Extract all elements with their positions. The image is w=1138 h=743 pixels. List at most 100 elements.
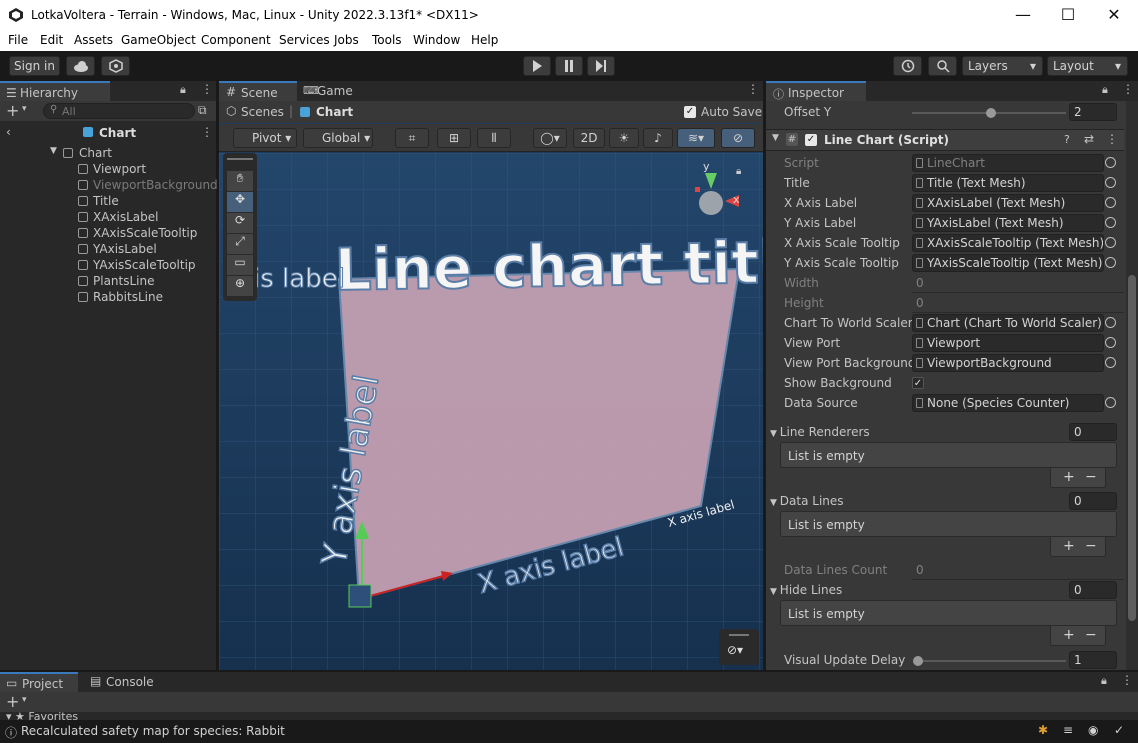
object-picker-icon[interactable] [1105,177,1116,188]
effects-button[interactable]: ≋▾ [677,128,715,148]
object-field[interactable]: XAxisLabel (Text Mesh) [912,194,1104,212]
scale-tool-icon[interactable]: ⤢ [227,234,253,254]
lock-icon[interactable]: 🔒︎ [1102,83,1108,97]
hierarchy-item[interactable]: XAxisLabel [0,209,216,225]
foldout-arrow-icon[interactable]: ▼ [772,133,779,143]
lock-icon[interactable]: 🔒︎ [180,83,186,97]
hand-tool-icon[interactable]: ✋︎ [227,171,253,191]
progress-icon[interactable]: ◉ [1088,723,1098,737]
foldout-arrow-icon[interactable]: ▼ [50,146,57,156]
offset-y-slider-thumb[interactable] [986,108,996,118]
status-message[interactable]: Recalculated safety map for species: Rab… [21,724,285,738]
add-icon[interactable]: + [6,692,19,711]
layers-dropdown[interactable]: Layers ▾ [962,56,1043,76]
tab-scene[interactable]: # Scene [219,81,297,101]
more-options-icon[interactable]: ⋮ [747,82,759,96]
object-field[interactable]: XAxisScaleTooltip (Text Mesh) [912,234,1104,252]
auto-save-checkbox[interactable]: ✓ [684,106,696,118]
more-options-icon[interactable]: ⋮ [201,125,213,139]
back-arrow-icon[interactable]: ‹ [6,125,11,139]
lighting-button[interactable]: ☀ [609,128,639,148]
maximize-button[interactable]: ☐ [1045,4,1091,26]
breadcrumb-scenes[interactable]: Scenes [241,105,284,119]
menu-help[interactable]: Help [471,33,498,47]
audio-button[interactable]: ♪ [643,128,673,148]
inspector-scrollbar-thumb[interactable] [1128,275,1136,621]
tab-hierarchy[interactable]: ☰ Hierarchy [0,81,110,101]
xy-plane-handle[interactable] [348,584,372,608]
menu-file[interactable]: File [8,33,28,47]
menu-assets[interactable]: Assets [74,33,113,47]
remove-button[interactable]: − [1085,626,1097,644]
hierarchy-item[interactable]: PlantsLine [0,273,216,289]
add-button[interactable]: + [1063,537,1075,555]
line-renderers-count[interactable]: 0 [1069,423,1117,441]
tab-console[interactable]: ▤ Console [84,672,164,692]
show-background-checkbox[interactable]: ✓ [912,377,924,389]
object-field[interactable]: None (Species Counter) [912,394,1104,412]
menu-edit[interactable]: Edit [40,33,63,47]
remove-button[interactable]: − [1085,537,1097,555]
sign-in-button[interactable]: Sign in [9,56,60,76]
remove-button[interactable]: − [1085,468,1097,486]
data-lines-foldout[interactable]: ▼ Data Lines [770,494,844,508]
scene-canvas[interactable]: Line chart title Y axis label X axis lab… [219,153,763,670]
search-button[interactable] [928,56,957,76]
scene-view-icon[interactable]: ⧉ [198,103,207,118]
inspector-scrollbar[interactable] [1126,101,1138,670]
menu-services[interactable]: Services [279,33,330,47]
lock-icon[interactable]: 🔒︎ [1101,674,1107,688]
object-picker-icon[interactable] [1105,357,1116,368]
object-field[interactable]: YAxisScaleTooltip (Text Mesh) [912,254,1104,272]
check-circle-icon[interactable]: ✓ [1114,723,1124,737]
play-button[interactable] [523,56,551,76]
hierarchy-item[interactable]: Viewport [0,161,216,177]
hierarchy-item[interactable]: RabbitsLine [0,289,216,305]
bug-icon[interactable]: ✱ [1038,723,1048,737]
object-picker-icon[interactable] [1105,257,1116,268]
object-field[interactable]: Title (Text Mesh) [912,174,1104,192]
more-options-icon[interactable]: ⋮ [201,82,213,96]
line-renderers-foldout[interactable]: ▼ Line Renderers [770,425,870,439]
visual-update-delay-slider-track[interactable] [916,660,1066,662]
ruler-button[interactable]: ⦀ [477,128,511,148]
add-icon[interactable]: + [6,101,19,120]
hierarchy-item[interactable]: XAxisScaleTooltip [0,225,216,241]
snap-increment-button[interactable]: ⊞ [437,128,471,148]
pause-button[interactable] [555,56,583,76]
hidden-objects-button[interactable]: ⊘ [721,128,755,148]
object-picker-icon[interactable] [1105,397,1116,408]
close-button[interactable]: ✕ [1091,4,1137,26]
component-header[interactable]: ▼ # ✓ Line Chart (Script) ? ⇄ ⋮ [766,129,1124,151]
hierarchy-search-input[interactable] [43,103,195,119]
collab-button[interactable] [101,56,130,76]
object-field[interactable]: LineChart [912,154,1104,172]
tab-game[interactable]: ⌨ Game [299,81,361,101]
hierarchy-item[interactable]: YAxisScaleTooltip [0,257,216,273]
camera-speed-icon[interactable]: ⊘▾ [727,643,743,657]
chevron-down-icon[interactable]: ▾ [22,104,27,114]
grid-snap-button[interactable]: ⌗ [395,128,429,148]
more-options-icon[interactable]: ⋮ [1122,82,1134,96]
history-button[interactable] [893,56,922,76]
breadcrumb-chart[interactable]: Chart [316,105,353,119]
layout-dropdown[interactable]: Layout ▾ [1047,56,1128,76]
more-options-icon[interactable]: ⋮ [1106,132,1118,146]
object-field[interactable]: Chart (Chart To World Scaler) [912,314,1104,332]
hierarchy-item[interactable]: Title [0,193,216,209]
object-field[interactable]: YAxisLabel (Text Mesh) [912,214,1104,232]
menu-tools[interactable]: Tools [372,33,402,47]
rotate-tool-icon[interactable]: ⟳ [227,213,253,233]
object-picker-icon[interactable] [1105,237,1116,248]
draw-mode-button[interactable]: ◯▾ [533,128,567,148]
object-picker-icon[interactable] [1105,217,1116,228]
favorites-header[interactable]: ▾ ★ Favorites [6,710,78,720]
component-enabled-checkbox[interactable]: ✓ [805,134,817,146]
hide-lines-count[interactable]: 0 [1069,581,1117,599]
pivot-dropdown[interactable]: Pivot ▾ [233,128,297,148]
lock-icon[interactable]: 🔒︎ [736,166,741,177]
object-picker-icon[interactable] [1105,317,1116,328]
object-picker-icon[interactable] [1105,337,1116,348]
chevron-down-icon[interactable]: ▾ [22,695,27,705]
hierarchy-item[interactable]: ▼ Chart [0,145,216,161]
